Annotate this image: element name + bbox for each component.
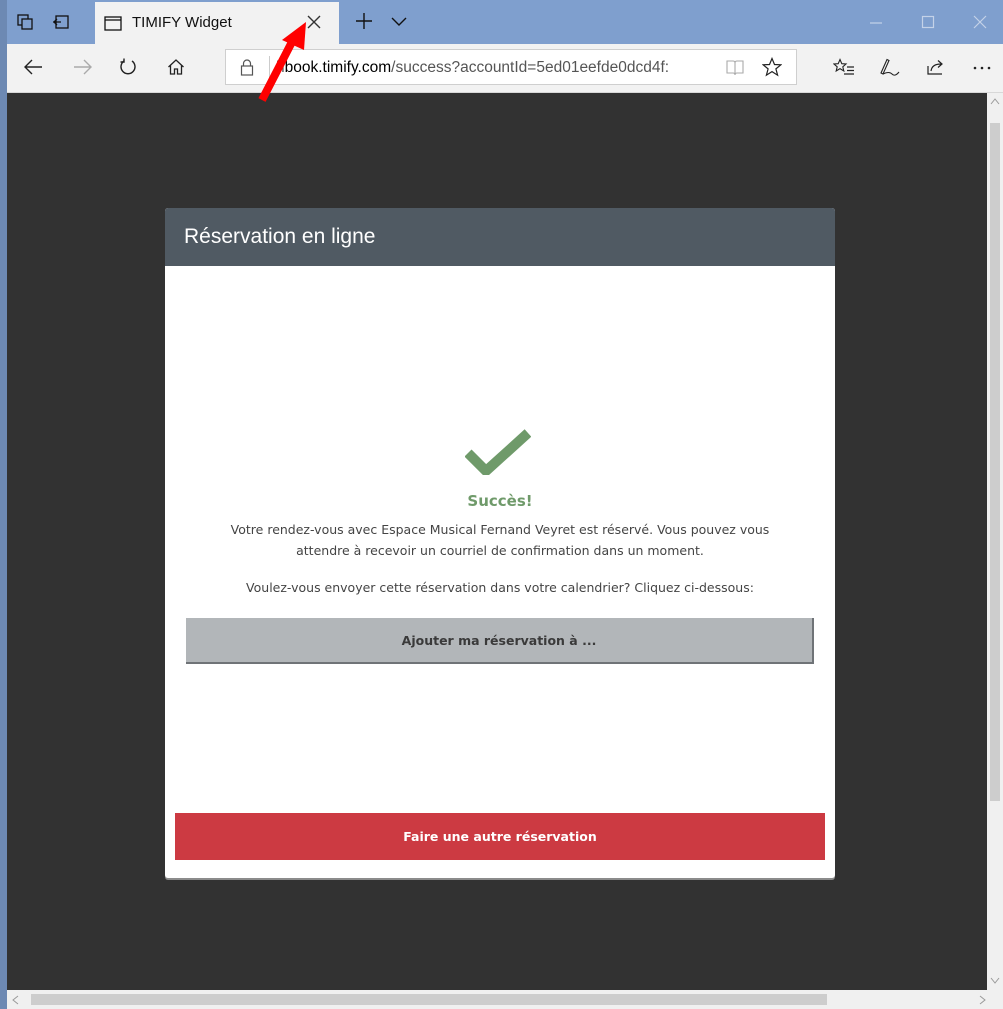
booking-widget-card: Réservation en ligne Succès! Votre rende…	[165, 208, 835, 878]
maximize-icon[interactable]	[921, 13, 935, 31]
home-icon[interactable]	[167, 58, 185, 76]
tab-list-chevron-icon[interactable]	[391, 17, 407, 27]
lock-icon[interactable]	[240, 59, 254, 76]
scroll-left-icon[interactable]	[11, 995, 19, 1005]
favorite-star-icon[interactable]	[762, 57, 782, 77]
url-text[interactable]: hbook.timify.com/success?accountId=5ed01…	[276, 59, 716, 77]
address-bar[interactable]: hbook.timify.com/success?accountId=5ed01…	[225, 49, 797, 85]
tab-bar: TIMIFY Widget	[7, 0, 1003, 44]
scroll-down-icon[interactable]	[990, 977, 1000, 985]
tab-title: TIMIFY Widget	[132, 14, 232, 31]
add-to-calendar-button[interactable]: Ajouter ma réservation à ...	[186, 618, 814, 664]
new-booking-button[interactable]: Faire une autre réservation	[175, 813, 825, 860]
checkmark-icon	[465, 429, 531, 475]
more-icon[interactable]	[973, 66, 991, 70]
favorites-list-icon[interactable]	[833, 58, 855, 76]
set-aside-tabs-icon[interactable]	[52, 13, 70, 31]
new-tab-plus-icon[interactable]	[354, 11, 374, 31]
tab-preview-icon[interactable]	[16, 13, 34, 31]
refresh-icon[interactable]	[119, 58, 137, 76]
widget-title: Réservation en ligne	[184, 225, 376, 248]
navigation-bar: hbook.timify.com/success?accountId=5ed01…	[7, 44, 1003, 93]
confirmation-line-2: attendre à recevoir un courriel de confi…	[296, 543, 704, 558]
calendar-prompt: Voulez-vous envoyer cette réservation da…	[246, 580, 754, 595]
success-title: Succès!	[467, 492, 533, 510]
vertical-scroll-thumb[interactable]	[990, 123, 1000, 801]
forward-icon	[73, 58, 93, 76]
page-icon	[104, 16, 122, 31]
reading-view-icon	[726, 59, 744, 76]
horizontal-scrollbar[interactable]	[7, 990, 1003, 1009]
minimize-icon[interactable]	[869, 13, 883, 31]
widget-header: Réservation en ligne	[165, 208, 835, 266]
scroll-up-icon[interactable]	[990, 97, 1000, 105]
scroll-right-icon[interactable]	[979, 995, 987, 1005]
pen-icon[interactable]	[878, 58, 900, 76]
vertical-scrollbar[interactable]	[987, 93, 1003, 990]
red-arrow-annotation-icon	[254, 20, 310, 106]
back-icon[interactable]	[23, 58, 43, 76]
window-close-icon[interactable]	[973, 13, 987, 31]
url-path: /success?accountId=5ed01eefde0dcd4f:	[391, 59, 670, 76]
confirmation-message: Votre rendez-vous avec Espace Musical Fe…	[195, 519, 805, 561]
share-icon[interactable]	[926, 58, 946, 76]
horizontal-scroll-thumb[interactable]	[31, 994, 827, 1005]
confirmation-line-1: Votre rendez-vous avec Espace Musical Fe…	[230, 522, 770, 537]
